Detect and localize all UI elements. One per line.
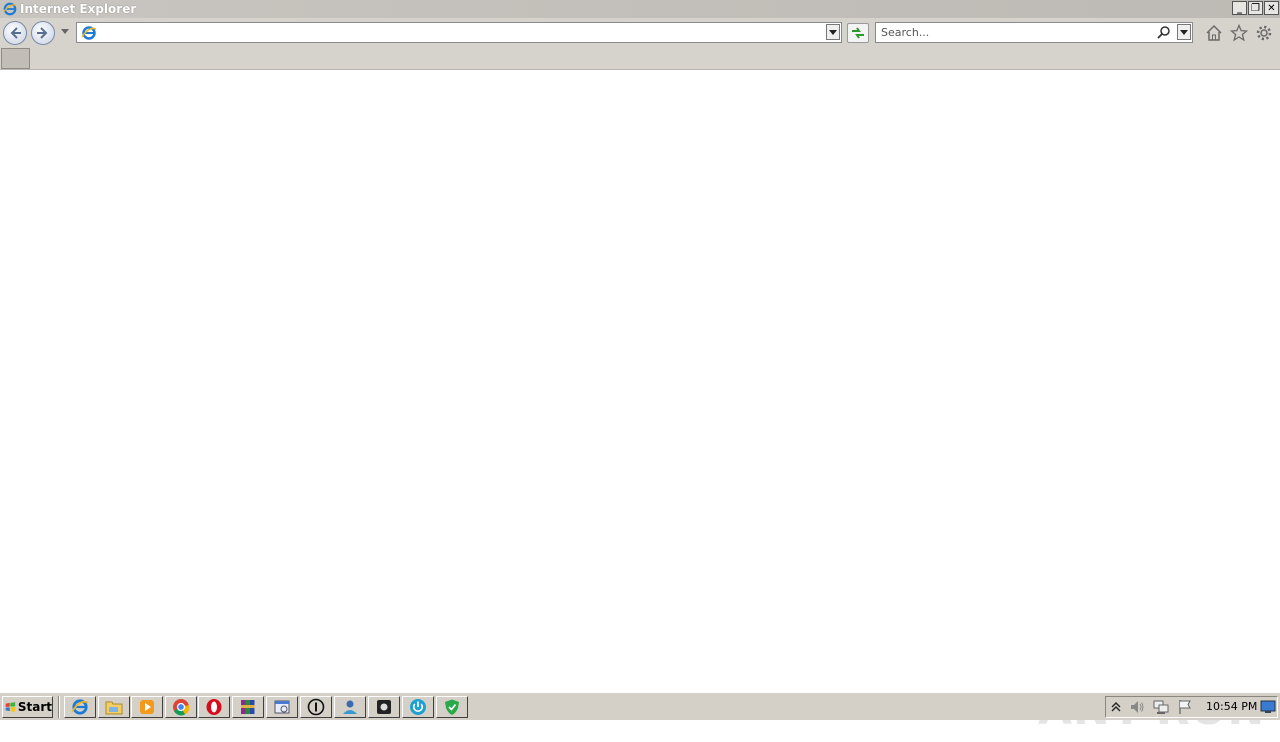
- taskbar-user-app[interactable]: [334, 696, 366, 718]
- forward-arrow-icon: [37, 27, 48, 39]
- restore-button[interactable]: ❐: [1248, 1, 1263, 15]
- tools-button[interactable]: [1255, 24, 1273, 42]
- flag-icon: [1179, 700, 1191, 714]
- network-icon: [1153, 700, 1169, 714]
- internet-explorer-icon: [71, 699, 89, 715]
- chevron-down-icon: [829, 29, 837, 35]
- volume-button[interactable]: [1129, 699, 1145, 715]
- taskbar-remote-app[interactable]: [266, 696, 298, 718]
- taskbar-disk-app[interactable]: [368, 696, 400, 718]
- window-app-icon: [274, 700, 290, 714]
- address-input[interactable]: [99, 25, 819, 40]
- taskbar-chrome[interactable]: [165, 696, 197, 718]
- refresh-arrows-icon: [852, 27, 864, 39]
- chevron-down-icon: [1180, 29, 1188, 35]
- title-bar: Internet Explorer _ ❐ ✕: [0, 0, 1280, 18]
- taskbar-power-app[interactable]: [402, 696, 434, 718]
- search-box[interactable]: [875, 22, 1193, 43]
- disk-icon: [377, 700, 391, 714]
- gear-icon: [1256, 25, 1272, 41]
- taskbar-media-player[interactable]: [131, 696, 163, 718]
- folder-icon: [105, 701, 123, 715]
- address-bar[interactable]: [76, 22, 842, 43]
- monitor-icon: [1260, 700, 1276, 713]
- taskbar: Start 10:54 PM: [0, 692, 1280, 720]
- search-dropdown-button[interactable]: [1177, 24, 1191, 40]
- user-icon: [343, 700, 357, 714]
- show-hidden-icons-button[interactable]: [1108, 699, 1124, 715]
- opera-icon: [206, 699, 222, 715]
- window-title: Internet Explorer: [20, 2, 137, 16]
- system-tray: 10:54 PM: [1105, 696, 1278, 718]
- start-button[interactable]: Start: [2, 696, 53, 718]
- chevron-up-icon: [1111, 702, 1121, 712]
- media-player-icon: [140, 700, 154, 714]
- windows-logo-icon: [5, 702, 16, 712]
- back-arrow-icon: [10, 27, 21, 39]
- clock[interactable]: 10:54 PM: [1206, 700, 1257, 713]
- action-center-button[interactable]: [1177, 699, 1193, 715]
- new-tab-button[interactable]: [1, 48, 30, 69]
- minimize-button[interactable]: _: [1232, 1, 1247, 15]
- info-circle-icon: [307, 698, 325, 716]
- window-controls: _ ❐ ✕: [1232, 1, 1279, 15]
- start-label: Start: [17, 700, 52, 714]
- back-button[interactable]: [3, 21, 27, 45]
- taskbar-internet-explorer[interactable]: [64, 696, 96, 718]
- home-icon: [1206, 24, 1222, 41]
- taskbar-winrar[interactable]: [232, 696, 264, 718]
- page-ie-icon: [81, 26, 97, 40]
- search-icon[interactable]: [1156, 25, 1171, 40]
- taskbar-windows-explorer[interactable]: [98, 696, 130, 718]
- taskbar-opera[interactable]: [198, 696, 230, 718]
- taskbar-info-app[interactable]: [300, 696, 332, 718]
- navigation-bar: [0, 18, 1280, 46]
- star-icon: [1230, 24, 1248, 42]
- address-dropdown-button[interactable]: [826, 24, 840, 40]
- network-button[interactable]: [1153, 699, 1169, 715]
- winrar-icon: [241, 700, 255, 714]
- favorites-button[interactable]: [1230, 24, 1248, 42]
- taskbar-security-app[interactable]: [436, 696, 468, 718]
- chrome-icon: [173, 699, 190, 716]
- internet-explorer-icon: [3, 2, 17, 16]
- forward-button[interactable]: [31, 21, 55, 45]
- show-desktop-button[interactable]: [1260, 699, 1276, 715]
- home-button[interactable]: [1205, 24, 1223, 42]
- power-icon: [410, 699, 426, 715]
- speaker-icon: [1131, 701, 1144, 713]
- taskbar-separator: [58, 696, 60, 718]
- compatibility-refresh-button[interactable]: [847, 23, 869, 43]
- search-input[interactable]: [881, 25, 1151, 40]
- shield-icon: [445, 699, 459, 715]
- recent-pages-dropdown[interactable]: [61, 29, 69, 34]
- page-content: ANY RUN: [0, 70, 1280, 735]
- close-button[interactable]: ✕: [1264, 1, 1279, 15]
- tab-bar: [0, 46, 1280, 70]
